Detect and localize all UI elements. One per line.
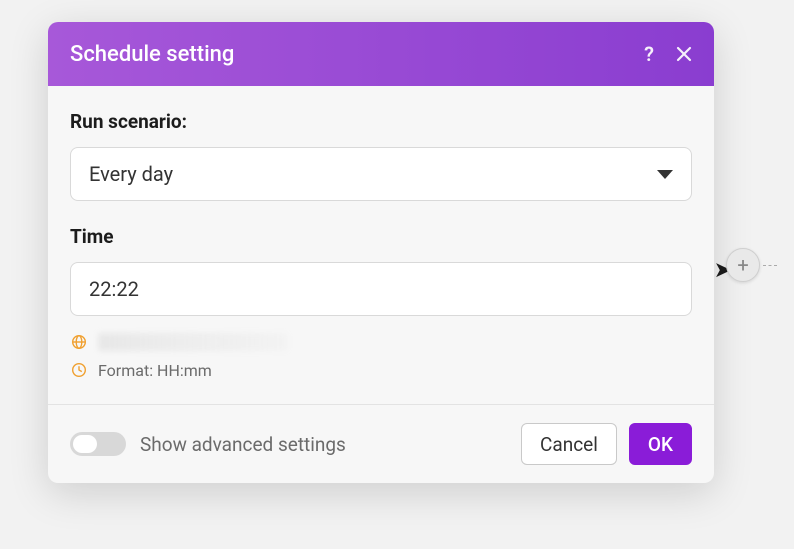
format-row: Format: HH:mm [70, 358, 692, 382]
globe-icon [70, 333, 88, 351]
advanced-settings-label: Show advanced settings [140, 433, 521, 456]
header-actions: ? [644, 42, 692, 66]
time-label: Time [70, 225, 692, 248]
timezone-value-blurred [98, 333, 288, 351]
dialog-body: Run scenario: Every day Time [48, 86, 714, 404]
dialog-footer: Show advanced settings Cancel OK [48, 404, 714, 483]
run-scenario-value: Every day [89, 162, 173, 186]
caret-down-icon [657, 170, 673, 179]
close-icon[interactable] [676, 46, 692, 62]
run-scenario-select-wrap: Every day [70, 147, 692, 201]
dialog-title: Schedule setting [70, 42, 644, 67]
add-node-button[interactable]: + [726, 248, 760, 282]
time-input[interactable] [70, 262, 692, 316]
run-scenario-select[interactable]: Every day [70, 147, 692, 201]
format-hint: Format: HH:mm [98, 361, 212, 380]
schedule-setting-dialog: Schedule setting ? Run scenario: Every d… [48, 22, 714, 483]
clock-icon [70, 361, 88, 379]
time-meta: Format: HH:mm [70, 330, 692, 382]
advanced-settings-toggle[interactable] [70, 432, 126, 456]
help-icon[interactable]: ? [644, 42, 654, 66]
toggle-knob [73, 435, 97, 453]
dialog-header: Schedule setting ? [48, 22, 714, 86]
ok-button[interactable]: OK [629, 423, 692, 465]
cancel-button[interactable]: Cancel [521, 423, 617, 465]
timezone-row [70, 330, 692, 354]
run-scenario-label: Run scenario: [70, 110, 692, 133]
